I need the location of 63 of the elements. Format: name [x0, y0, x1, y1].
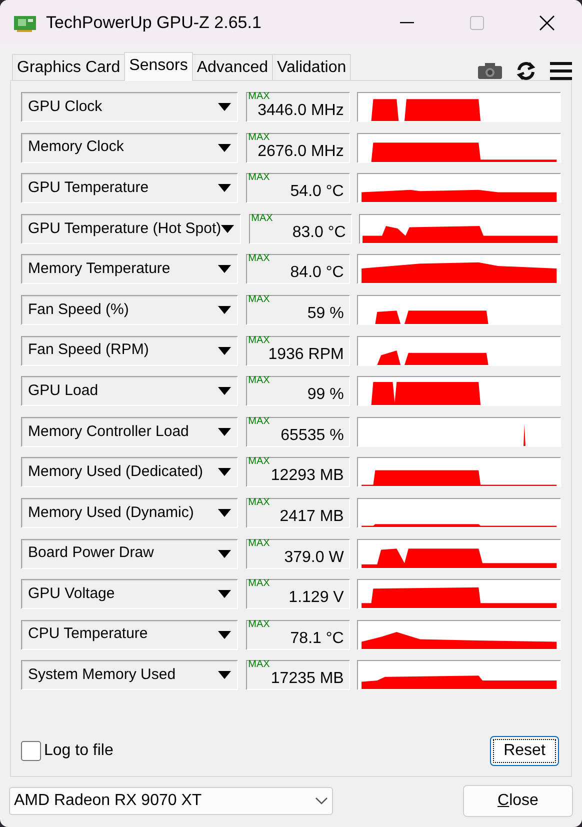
dropdown-caret-icon [218, 103, 232, 111]
sensor-dropdown[interactable]: GPU Temperature (Hot Spot) [21, 214, 242, 244]
sensor-dropdown[interactable]: Memory Used (Dynamic) [21, 498, 238, 528]
sensor-value: 59 % [307, 304, 344, 322]
sensor-value: 17235 MB [270, 670, 344, 688]
app-icon [14, 14, 36, 32]
max-label: MAX [248, 132, 270, 144]
sensor-value: 12293 MB [270, 467, 344, 484]
sensor-dropdown[interactable]: GPU Load [21, 376, 238, 406]
sensor-value: 1936 RPM [268, 346, 344, 363]
sensor-dropdown[interactable]: Board Power Draw [21, 538, 238, 569]
sensor-dropdown[interactable]: Memory Controller Load [21, 416, 238, 447]
refresh-icon[interactable] [516, 62, 536, 80]
sensor-value: 78.1 °C [290, 630, 344, 647]
max-label: MAX [248, 618, 270, 631]
max-label: MAX [248, 538, 270, 550]
chevron-down-icon [315, 797, 328, 805]
max-label: MAX [248, 375, 270, 388]
sensor-value: 379.0 W [284, 548, 344, 566]
sensor-dropdown[interactable]: Fan Speed (%) [21, 294, 238, 325]
sensor-dropdown[interactable]: GPU Voltage [21, 579, 238, 610]
log-checkbox[interactable] [21, 741, 41, 761]
sensor-value: 2417 MB [280, 508, 344, 525]
tab[interactable]: Graphics Card [12, 54, 126, 80]
max-label: MAX [248, 253, 270, 266]
close-icon [539, 14, 555, 30]
max-label: MAX [248, 172, 270, 184]
sensor-value: 2676.0 MHz [258, 142, 344, 160]
max-label: MAX [251, 212, 273, 225]
sensor-value: 1.129 V [288, 589, 344, 606]
max-label: MAX [248, 294, 270, 306]
tab[interactable]: Sensors [124, 52, 193, 81]
sensor-dropdown[interactable]: GPU Clock [21, 92, 238, 122]
sensor-dropdown[interactable]: System Memory Used [21, 660, 238, 690]
window-title: TechPowerUp GPU-Z 2.65.1 [46, 12, 262, 34]
max-label: MAX [248, 416, 270, 428]
maximize-icon [470, 16, 484, 30]
minimize-icon [400, 22, 414, 24]
camera-icon[interactable] [478, 62, 502, 78]
max-label: MAX [248, 334, 270, 347]
sensor-dropdown[interactable]: Memory Used (Dedicated) [21, 457, 238, 488]
reset-button[interactable]: Reset [490, 736, 559, 766]
gpu-dropdown[interactable]: AMD Radeon RX 9070 XT [9, 787, 333, 815]
sensor-dropdown[interactable]: GPU Temperature [21, 173, 238, 204]
close-dialog-button[interactable]: Close [463, 785, 573, 817]
max-label: MAX [248, 456, 270, 468]
sensor-value: 99 % [307, 386, 344, 404]
sensor-dropdown[interactable]: Memory Clock [21, 132, 238, 163]
checkbox-label[interactable]: Log to file [44, 739, 114, 763]
tab[interactable]: Validation [272, 54, 352, 80]
max-label: MAX [248, 659, 270, 672]
sensor-dropdown[interactable]: CPU Temperature [21, 620, 238, 650]
sensor-value: 84.0 °C [290, 264, 344, 282]
sensor-dropdown[interactable]: Memory Temperature [21, 254, 238, 284]
max-label: MAX [248, 91, 270, 103]
max-label: MAX [248, 496, 270, 509]
sensor-value: 65535 % [280, 426, 344, 444]
sensor-value: 54.0 °C [290, 183, 344, 200]
max-label: MAX [248, 578, 270, 590]
menu-icon[interactable] [550, 62, 572, 80]
sensor-value: 3446.0 MHz [258, 102, 344, 119]
sensor-value: 83.0 °C [292, 224, 346, 241]
sensor-dropdown[interactable]: Fan Speed (RPM) [21, 336, 238, 366]
